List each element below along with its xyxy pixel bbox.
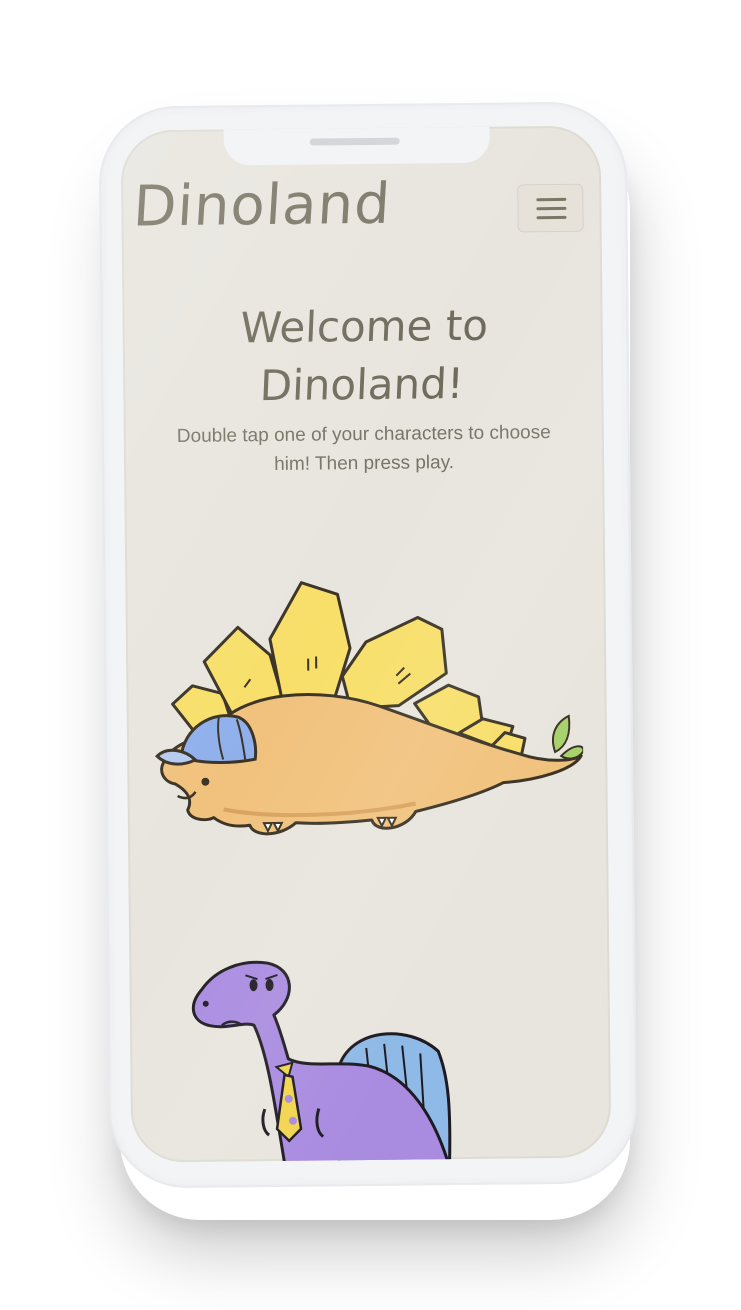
welcome-heading-line1: Welcome to [239,300,490,353]
hamburger-menu-button[interactable] [517,183,584,233]
brand-logo[interactable]: Dinoland [131,172,392,240]
stegosaurus-character[interactable] [151,566,585,846]
instructions-line1: Double tap one of your characters to cho… [176,422,551,447]
app-screen: Dinoland Welcome to Dinoland! Double tap… [120,125,612,1163]
welcome-heading: Welcome to Dinoland! [161,296,566,416]
phone-notch [223,126,490,166]
speaker-grille [309,137,400,146]
instructions-line2: him! Then press play. [274,452,455,475]
hamburger-line [536,215,567,219]
instructions-text: Double tap one of your characters to cho… [152,418,577,480]
purple-dino-character[interactable] [187,957,469,1163]
hamburger-line [536,197,567,201]
page-stage: Dinoland Welcome to Dinoland! Double tap… [0,0,741,1310]
hamburger-line [536,206,567,210]
welcome-heading-line2: Dinoland! [258,358,465,411]
phone-frame: Dinoland Welcome to Dinoland! Double tap… [98,101,638,1189]
